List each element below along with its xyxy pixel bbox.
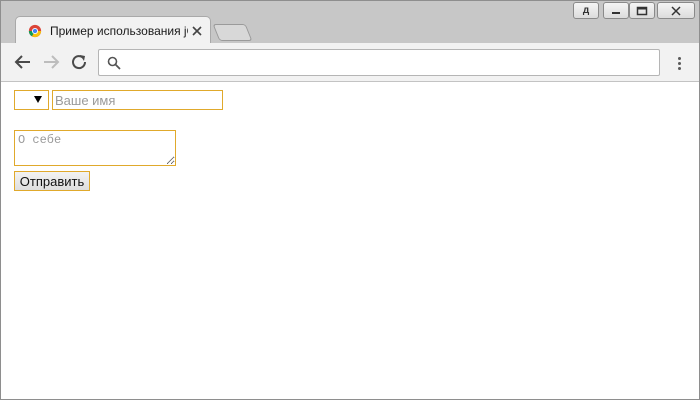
close-icon[interactable] [191,25,203,37]
name-input[interactable] [52,90,223,110]
close-icon [671,5,681,16]
browser-window: Пример использования jQuery д [0,0,700,400]
address-input[interactable] [127,54,647,72]
page-content: Отправить [1,83,699,399]
maximize-icon [636,6,648,15]
profile-button[interactable]: д [573,2,599,19]
submit-button[interactable]: Отправить [14,171,90,191]
back-button[interactable] [13,52,33,72]
gender-select[interactable] [14,90,49,110]
tab-title: Пример использования jQuery [50,24,188,38]
reload-icon [72,55,87,70]
browser-toolbar [1,43,699,82]
arrow-left-icon [14,55,30,69]
reload-button[interactable] [69,52,89,72]
chevron-down-icon [34,96,42,103]
window-close-button[interactable] [657,2,695,19]
arrow-right-icon [44,55,60,69]
minimize-icon [612,11,620,14]
forward-button[interactable] [41,52,61,72]
vertical-dots-icon [677,56,681,70]
chrome-favicon-icon [28,24,42,38]
minimize-button[interactable] [603,2,629,19]
new-tab-button[interactable] [212,24,253,41]
browser-menu-button[interactable] [669,53,689,73]
tab-strip: Пример использования jQuery д [1,1,699,44]
about-textarea[interactable] [14,130,176,166]
profile-button-label: д [582,5,590,16]
search-icon [107,56,121,70]
address-bar[interactable] [98,49,660,76]
maximize-button[interactable] [629,2,655,19]
tab-active[interactable]: Пример использования jQuery [15,16,211,44]
